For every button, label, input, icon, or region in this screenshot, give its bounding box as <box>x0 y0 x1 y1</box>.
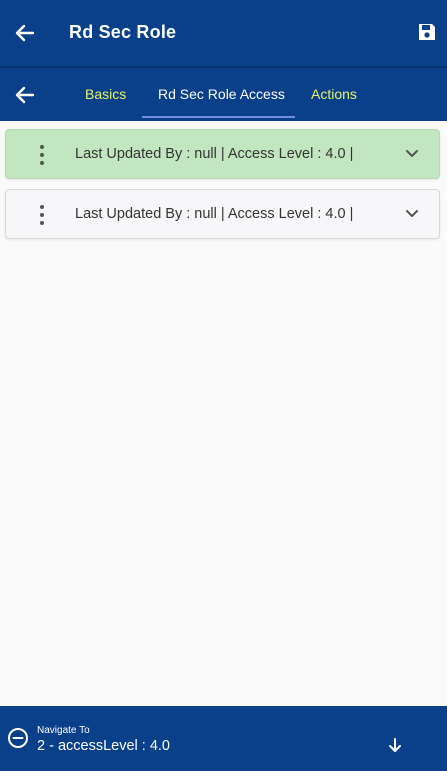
list-item-text: Last Updated By : null | Access Level : … <box>75 206 354 222</box>
arrow-down-icon[interactable] <box>387 737 403 753</box>
arrow-left-icon <box>15 24 35 42</box>
top-app-bar: Rd Sec Role <box>0 0 447 66</box>
page-title: Rd Sec Role <box>69 22 177 42</box>
chevron-down-icon[interactable] <box>405 207 419 221</box>
tab-actions[interactable]: Actions <box>311 86 357 102</box>
navigate-to-value[interactable]: 2 - accessLevel : 4.0 <box>37 738 170 754</box>
record-list: Last Updated By : null | Access Level : … <box>5 129 440 249</box>
tab-rd-sec-role-access[interactable]: Rd Sec Role Access <box>158 86 285 102</box>
back-button[interactable] <box>12 20 38 46</box>
tab-bar: Basics Rd Sec Role Access Actions <box>0 66 447 121</box>
list-item[interactable]: Last Updated By : null | Access Level : … <box>5 129 440 179</box>
app: Rd Sec Role Basics Rd Sec Role Access Ac… <box>0 0 447 771</box>
more-vert-icon[interactable] <box>34 205 50 225</box>
tab-basics[interactable]: Basics <box>85 86 126 102</box>
arrow-left-icon <box>15 86 35 104</box>
list-item-text: Last Updated By : null | Access Level : … <box>75 146 354 162</box>
save-icon <box>419 24 435 40</box>
save-button[interactable] <box>417 22 439 44</box>
active-tab-indicator <box>142 116 295 118</box>
list-item[interactable]: Last Updated By : null | Access Level : … <box>5 189 440 239</box>
navigate-bar: Navigate To 2 - accessLevel : 4.0 <box>0 706 447 771</box>
remove-circle-icon[interactable] <box>7 727 29 749</box>
chevron-down-icon[interactable] <box>405 147 419 161</box>
more-vert-icon[interactable] <box>34 145 50 165</box>
navigate-to-label: Navigate To <box>37 725 90 736</box>
tab-back-button[interactable] <box>12 82 38 108</box>
